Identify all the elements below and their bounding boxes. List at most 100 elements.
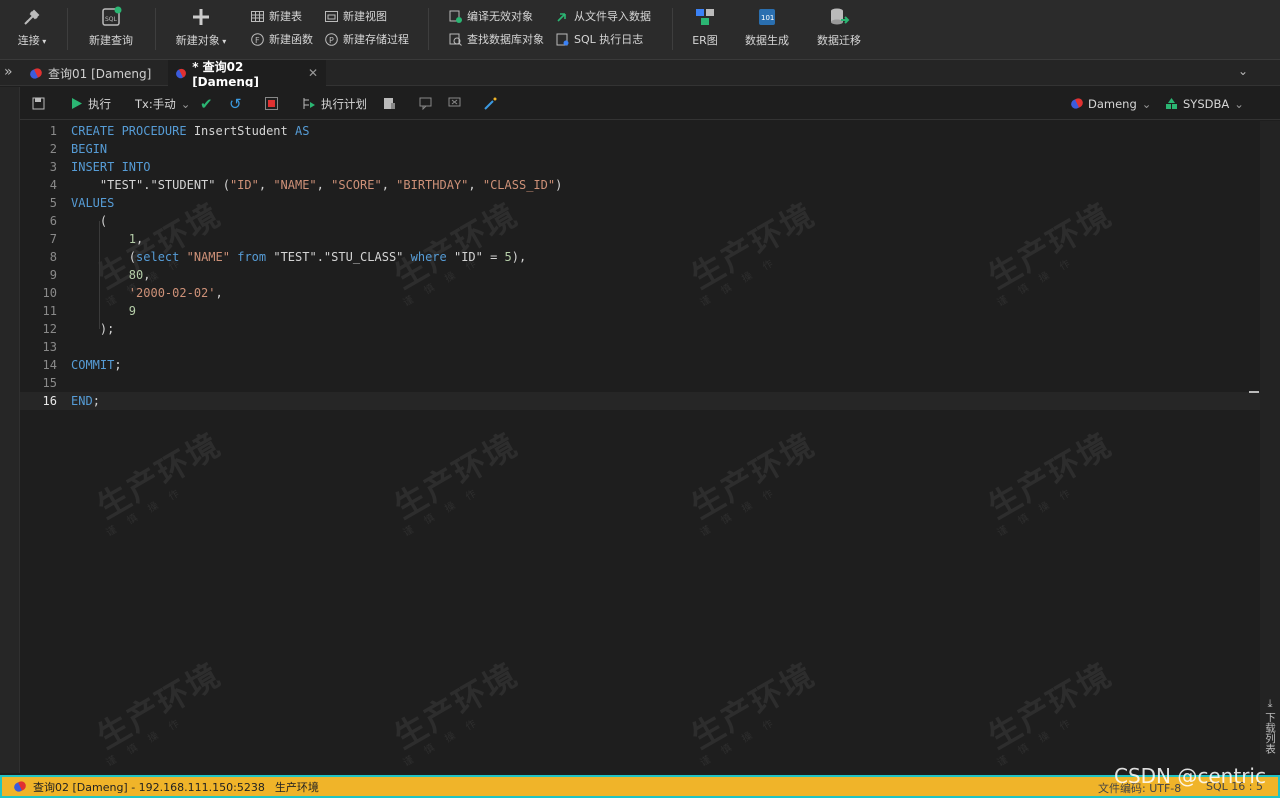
dameng-icon: [1069, 96, 1085, 111]
data-generation-button[interactable]: 101 数据生成: [743, 6, 791, 48]
code-line: 2 BEGIN: [20, 140, 1260, 158]
token: '2000-02-02': [128, 286, 216, 300]
run-button[interactable]: 执行: [70, 95, 111, 112]
sql-file-icon: SQL: [102, 6, 122, 26]
connect-label: 连接: [17, 34, 40, 47]
new-function-label: 新建函数: [269, 33, 313, 46]
code-line: 5 VALUES: [20, 194, 1260, 212]
new-object-button[interactable]: 新建对象 ▾: [170, 6, 232, 48]
code-line: 4 "TEST"."STUDENT" ("ID", "NAME", "SCORE…: [20, 176, 1260, 194]
dameng-icon: [28, 66, 44, 80]
download-list-button[interactable]: ⤓ 下载列表: [1263, 697, 1277, 754]
token: AS: [294, 124, 310, 138]
right-strip: ⤓ 下载列表: [1260, 121, 1280, 773]
document-icon: [384, 98, 395, 109]
tx-mode-select[interactable]: Tx:手动 ⌄: [135, 95, 190, 112]
magic-button[interactable]: [484, 95, 497, 112]
explain-plan-button[interactable]: 执行计划: [303, 95, 367, 112]
stop-button[interactable]: [265, 95, 278, 112]
undo-icon: ↺: [229, 94, 242, 113]
check-icon: ✔: [200, 94, 213, 113]
connect-button[interactable]: 连接 ▾: [14, 6, 50, 48]
line-number: 10: [42, 286, 57, 300]
token: InsertStudent: [186, 124, 295, 138]
token: 5: [504, 250, 512, 264]
comment-button[interactable]: [419, 95, 432, 112]
code-line: 14 COMMIT;: [20, 356, 1260, 374]
compile-invalid-button[interactable]: 编译无效对象: [449, 7, 533, 25]
uncomment-button[interactable]: [448, 95, 461, 112]
token: "NAME": [186, 250, 230, 264]
sql-log-button[interactable]: SQL 执行日志: [556, 30, 643, 48]
token: select: [136, 250, 180, 264]
schema-icon: [1166, 98, 1177, 109]
token: "ID" =: [446, 250, 505, 264]
token: ,: [258, 178, 274, 192]
tab-label: 查询01 [Dameng]: [48, 66, 152, 81]
token: ,: [136, 232, 144, 246]
er-diagram-button[interactable]: ER图: [688, 6, 722, 48]
new-procedure-button[interactable]: P 新建存储过程: [325, 30, 409, 48]
token: ): [555, 178, 563, 192]
user-select[interactable]: SYSDBA ⌄: [1165, 95, 1244, 112]
new-function-button[interactable]: F 新建函数: [251, 30, 313, 48]
user-label: SYSDBA: [1183, 96, 1230, 111]
code-line: 7 1,: [20, 230, 1260, 248]
plug-icon: [24, 9, 40, 25]
import-from-file-button[interactable]: 从文件导入数据: [556, 7, 651, 25]
token: ,: [215, 286, 223, 300]
line-number: 16: [42, 394, 57, 408]
rollback-button[interactable]: ↺: [229, 94, 242, 113]
database-select[interactable]: Dameng ⌄: [1069, 95, 1152, 112]
line-number: 3: [49, 160, 57, 174]
watermark-text: 生产环境: [684, 425, 822, 527]
token: 1: [128, 232, 137, 246]
new-object-label: 新建对象: [175, 34, 220, 47]
new-view-button[interactable]: 新建视图: [325, 7, 387, 25]
sql-editor[interactable]: 生产环境 谨慎操作 生产环境 谨慎操作 生产环境 谨慎操作 生产环境 谨慎操作 …: [20, 121, 1260, 773]
code-line: 13: [20, 338, 1260, 356]
token: "TEST"."STUDENT" (: [71, 178, 230, 192]
line-number: 12: [42, 322, 57, 336]
expand-sidebar-icon[interactable]: »: [4, 64, 13, 80]
token: ,: [468, 178, 483, 192]
token: ;: [114, 358, 122, 372]
chevron-down-icon: ⌄: [1141, 96, 1152, 111]
new-query-button[interactable]: SQL 新建查询: [84, 6, 138, 48]
tab-query02[interactable]: * 查询02 [Dameng] ✕: [168, 60, 326, 89]
commit-button[interactable]: ✔: [200, 94, 213, 113]
line-number: 2: [49, 142, 57, 156]
save-button[interactable]: [32, 95, 45, 112]
environment-label: 生产环境: [274, 780, 319, 794]
format-button[interactable]: [383, 95, 396, 112]
download-icon: ⤓: [1267, 697, 1273, 710]
close-icon[interactable]: ✕: [308, 66, 318, 80]
search-db-icon: [449, 33, 462, 46]
watermark-text: 生产环境: [684, 655, 822, 757]
chevron-down-icon[interactable]: ⌄: [1238, 64, 1248, 78]
tab-query01[interactable]: 查询01 [Dameng]: [22, 60, 165, 86]
data-gen-label: 数据生成: [745, 34, 789, 47]
save-icon: [32, 97, 45, 110]
code-line: 11 9: [20, 302, 1260, 320]
token: ),: [511, 250, 527, 264]
data-migrate-label: 数据迁移: [817, 34, 861, 47]
connection-info: 查询02 [Dameng] - 192.168.111.150:5238: [33, 780, 265, 794]
sql-log-label: SQL 执行日志: [574, 33, 644, 46]
divider: [67, 8, 68, 50]
status-bar: 查询02 [Dameng] - 192.168.111.150:5238 生产环…: [0, 764, 1280, 798]
db-label: Dameng: [1088, 96, 1137, 111]
uncomment-icon: [448, 97, 461, 107]
data-migrate-button[interactable]: 数据迁移: [815, 6, 863, 48]
import-from-file-label: 从文件导入数据: [574, 10, 651, 23]
token: 80: [128, 268, 144, 282]
token: "TEST"."STU_CLASS": [266, 250, 411, 264]
new-procedure-label: 新建存储过程: [343, 33, 409, 46]
watermark-text: 生产环境: [981, 655, 1119, 757]
find-db-object-button[interactable]: 查找数据库对象: [449, 30, 544, 48]
token: "NAME": [273, 178, 317, 192]
new-table-button[interactable]: 新建表: [251, 7, 302, 25]
